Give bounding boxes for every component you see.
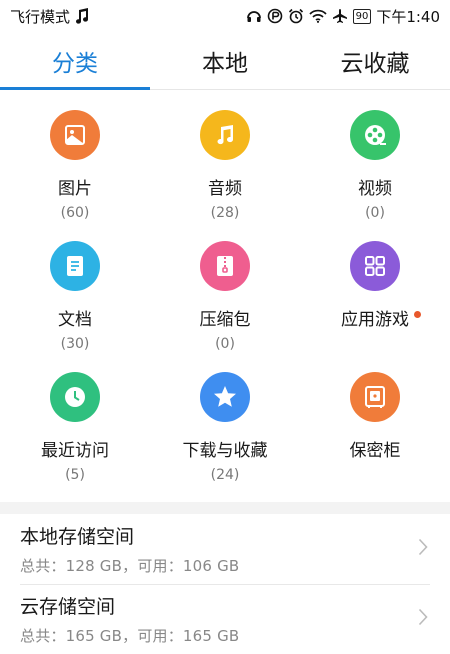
zip-icon bbox=[200, 241, 250, 291]
category-count: (0) bbox=[365, 205, 385, 221]
category-safe[interactable]: 保密柜 bbox=[300, 362, 450, 493]
wifi-icon bbox=[308, 9, 327, 23]
alarm-icon bbox=[288, 8, 304, 24]
category-label: 图片 bbox=[58, 179, 92, 199]
category-label: 音频 bbox=[208, 179, 242, 199]
category-audio[interactable]: 音频 (28) bbox=[150, 100, 300, 231]
category-count: (60) bbox=[60, 205, 90, 221]
category-images[interactable]: 图片 (60) bbox=[0, 100, 150, 231]
category-count: (24) bbox=[210, 467, 240, 483]
tab-category[interactable]: 分类 bbox=[0, 32, 150, 90]
storage-title: 云存储空间 bbox=[20, 596, 116, 618]
tab-bar: 分类 本地 云收藏 bbox=[0, 32, 450, 90]
battery-icon: 90 bbox=[352, 8, 372, 24]
category-label: 视频 bbox=[358, 179, 392, 199]
category-grid: 图片 (60) 音频 (28) 视频 (0) 文档 (30) 压缩包 (0) 应 bbox=[0, 100, 450, 493]
category-archives[interactable]: 压缩包 (0) bbox=[150, 231, 300, 362]
cloud-storage-row[interactable]: 云存储空间 总共：165 GB，可用：165 GB bbox=[0, 586, 450, 654]
category-label: 下载与收藏 bbox=[182, 441, 268, 461]
category-count: (5) bbox=[65, 467, 85, 483]
document-icon bbox=[50, 241, 100, 291]
film-reel-icon bbox=[350, 110, 400, 160]
category-video[interactable]: 视频 (0) bbox=[300, 100, 450, 231]
section-divider bbox=[0, 502, 450, 514]
storage-title: 本地存储空间 bbox=[20, 526, 135, 548]
music-note-icon bbox=[75, 8, 89, 24]
image-icon bbox=[50, 110, 100, 160]
music-icon bbox=[200, 110, 250, 160]
category-documents[interactable]: 文档 (30) bbox=[0, 231, 150, 362]
category-count: (28) bbox=[210, 205, 240, 221]
new-badge-dot bbox=[414, 311, 421, 318]
category-downloads-favorites[interactable]: 下载与收藏 (24) bbox=[150, 362, 300, 493]
airplane-icon bbox=[332, 8, 348, 24]
storage-info: 总共：128 GB，可用：106 GB bbox=[20, 557, 240, 575]
category-label: 应用游戏 bbox=[341, 305, 421, 330]
category-label: 保密柜 bbox=[349, 441, 401, 461]
tab-cloud-favorites[interactable]: 云收藏 bbox=[300, 32, 450, 89]
apps-grid-icon bbox=[350, 241, 400, 291]
airplane-mode-text: 飞行模式 bbox=[10, 7, 71, 26]
category-count: (0) bbox=[215, 336, 235, 352]
clock-time: 下午1:40 bbox=[376, 7, 440, 26]
headphone-icon bbox=[246, 8, 262, 24]
row-separator bbox=[20, 584, 430, 585]
category-label: 压缩包 bbox=[199, 310, 251, 330]
chevron-right-icon bbox=[418, 538, 428, 560]
category-count: (30) bbox=[60, 336, 90, 352]
safe-icon bbox=[350, 372, 400, 422]
tab-local[interactable]: 本地 bbox=[150, 32, 300, 89]
storage-info: 总共：165 GB，可用：165 GB bbox=[20, 627, 240, 645]
category-label: 最近访问 bbox=[41, 441, 109, 461]
status-bar: 飞行模式 90 下午1:40 bbox=[0, 0, 450, 32]
local-storage-row[interactable]: 本地存储空间 总共：128 GB，可用：106 GB bbox=[0, 516, 450, 584]
chevron-right-icon bbox=[418, 608, 428, 630]
category-recent[interactable]: 最近访问 (5) bbox=[0, 362, 150, 493]
star-icon bbox=[200, 372, 250, 422]
category-label: 文档 bbox=[58, 310, 92, 330]
category-apps-games[interactable]: 应用游戏 bbox=[300, 231, 450, 362]
data-saver-icon bbox=[267, 8, 283, 24]
clock-icon bbox=[50, 372, 100, 422]
